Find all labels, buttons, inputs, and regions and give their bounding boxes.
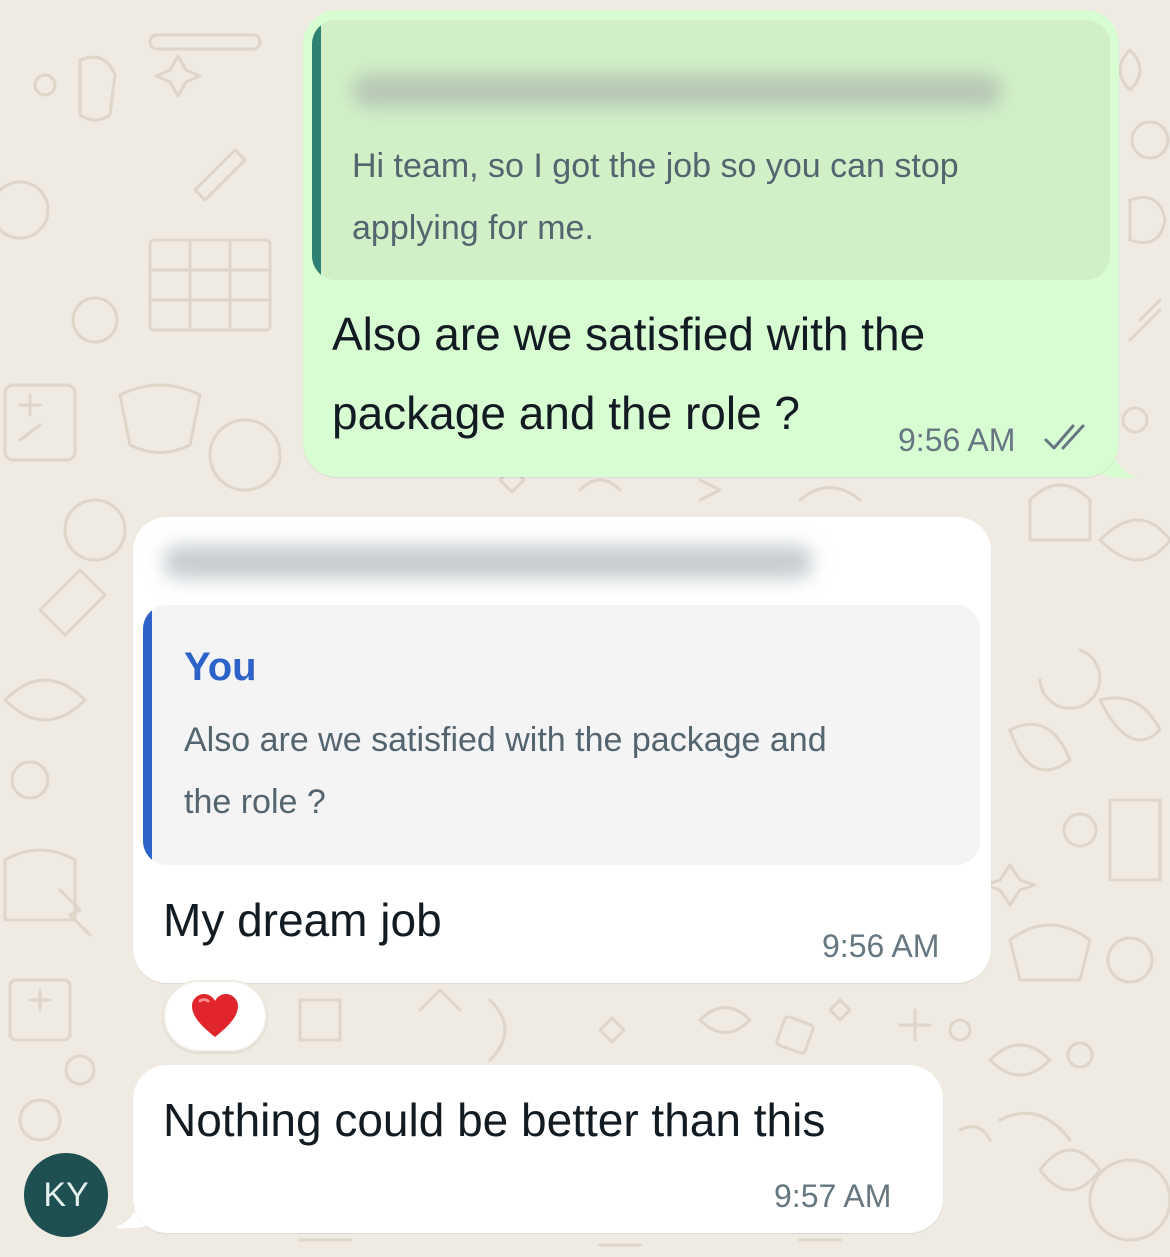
- reply-quote-text-line2: the role ?: [184, 783, 326, 821]
- message-timestamp: 9:56 AM: [898, 422, 1016, 458]
- reply-quote[interactable]: Hi team, so I got the job so you can sto…: [312, 20, 1110, 280]
- message-text-line1: Also are we satisfied with the: [332, 308, 926, 360]
- reply-quote-bar: [312, 20, 321, 280]
- message-text-line2: package and the role ?: [332, 387, 801, 439]
- message-text: Nothing could be better than this: [163, 1094, 826, 1146]
- double-check-icon: [1044, 424, 1085, 450]
- reply-quote[interactable]: You Also are we satisfied with the packa…: [143, 605, 980, 865]
- reply-quote-text-line2: applying for me.: [352, 209, 594, 247]
- incoming-message-bubble[interactable]: You Also are we satisfied with the packa…: [133, 517, 991, 983]
- message-reaction[interactable]: [163, 980, 267, 1052]
- message-timestamp: 9:57 AM: [774, 1178, 892, 1214]
- outgoing-message-bubble[interactable]: Hi team, so I got the job so you can sto…: [303, 10, 1119, 477]
- reply-quote-text-line1: Also are we satisfied with the package a…: [184, 721, 827, 759]
- message-text: My dream job: [163, 894, 442, 946]
- sender-name-blurred: [163, 545, 813, 579]
- reply-quote-sender: You: [184, 645, 257, 689]
- avatar[interactable]: KY: [24, 1153, 108, 1237]
- message-timestamp: 9:56 AM: [822, 928, 940, 964]
- reply-quote-text-line1: Hi team, so I got the job so you can sto…: [352, 147, 959, 185]
- reply-quote-bar: [143, 605, 152, 865]
- incoming-message-bubble[interactable]: Nothing could be better than this 9:57 A…: [133, 1065, 943, 1233]
- red-heart-icon: [192, 994, 238, 1037]
- reply-quote-sender-name-blurred: [352, 74, 1002, 108]
